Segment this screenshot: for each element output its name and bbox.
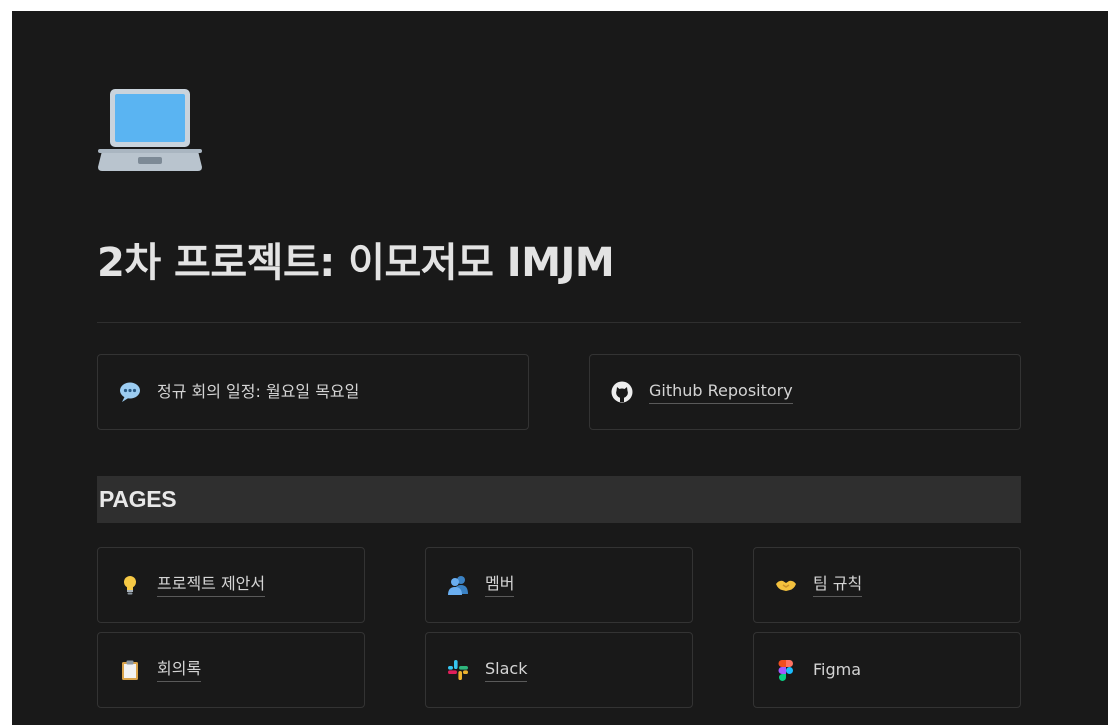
github-repository-label[interactable]: Github Repository <box>649 380 793 404</box>
clipboard-icon <box>119 659 141 681</box>
handshake-icon <box>775 574 797 596</box>
page-link-label[interactable]: 멤버 <box>485 573 515 597</box>
notion-page: 2차 프로젝트: 이모저모 IMJM 정규 회의 일정: 월요일 목요일 Git… <box>12 11 1108 725</box>
page-link-meeting-notes[interactable]: 회의록 <box>97 632 365 708</box>
divider <box>97 322 1021 323</box>
page-link-label[interactable]: 팀 규칙 <box>813 573 863 597</box>
slack-icon <box>447 659 469 681</box>
page-link-label[interactable]: Slack <box>485 658 528 682</box>
speech-bubble-icon <box>119 381 141 403</box>
page-link-label[interactable]: 회의록 <box>157 658 202 682</box>
github-repository-link[interactable]: Github Repository <box>589 354 1021 430</box>
page-link-slack[interactable]: Slack <box>425 632 693 708</box>
pages-section-heading: PAGES <box>97 476 1021 523</box>
meeting-schedule-callout[interactable]: 정규 회의 일정: 월요일 목요일 <box>97 354 529 430</box>
page-title[interactable]: 2차 프로젝트: 이모저모 IMJM <box>97 233 615 293</box>
page-link-label[interactable]: 프로젝트 제안서 <box>157 573 266 597</box>
lightbulb-icon <box>119 574 141 596</box>
people-icon <box>447 574 469 596</box>
page-link-label[interactable]: Figma <box>813 659 861 681</box>
page-link-team-rules[interactable]: 팀 규칙 <box>753 547 1021 623</box>
meeting-schedule-text: 정규 회의 일정: 월요일 목요일 <box>157 382 360 401</box>
laptop-icon[interactable] <box>98 87 202 177</box>
figma-icon <box>775 659 797 681</box>
github-icon <box>611 381 633 403</box>
page-link-figma[interactable]: Figma <box>753 632 1021 708</box>
page-link-members[interactable]: 멤버 <box>425 547 693 623</box>
page-link-proposal[interactable]: 프로젝트 제안서 <box>97 547 365 623</box>
